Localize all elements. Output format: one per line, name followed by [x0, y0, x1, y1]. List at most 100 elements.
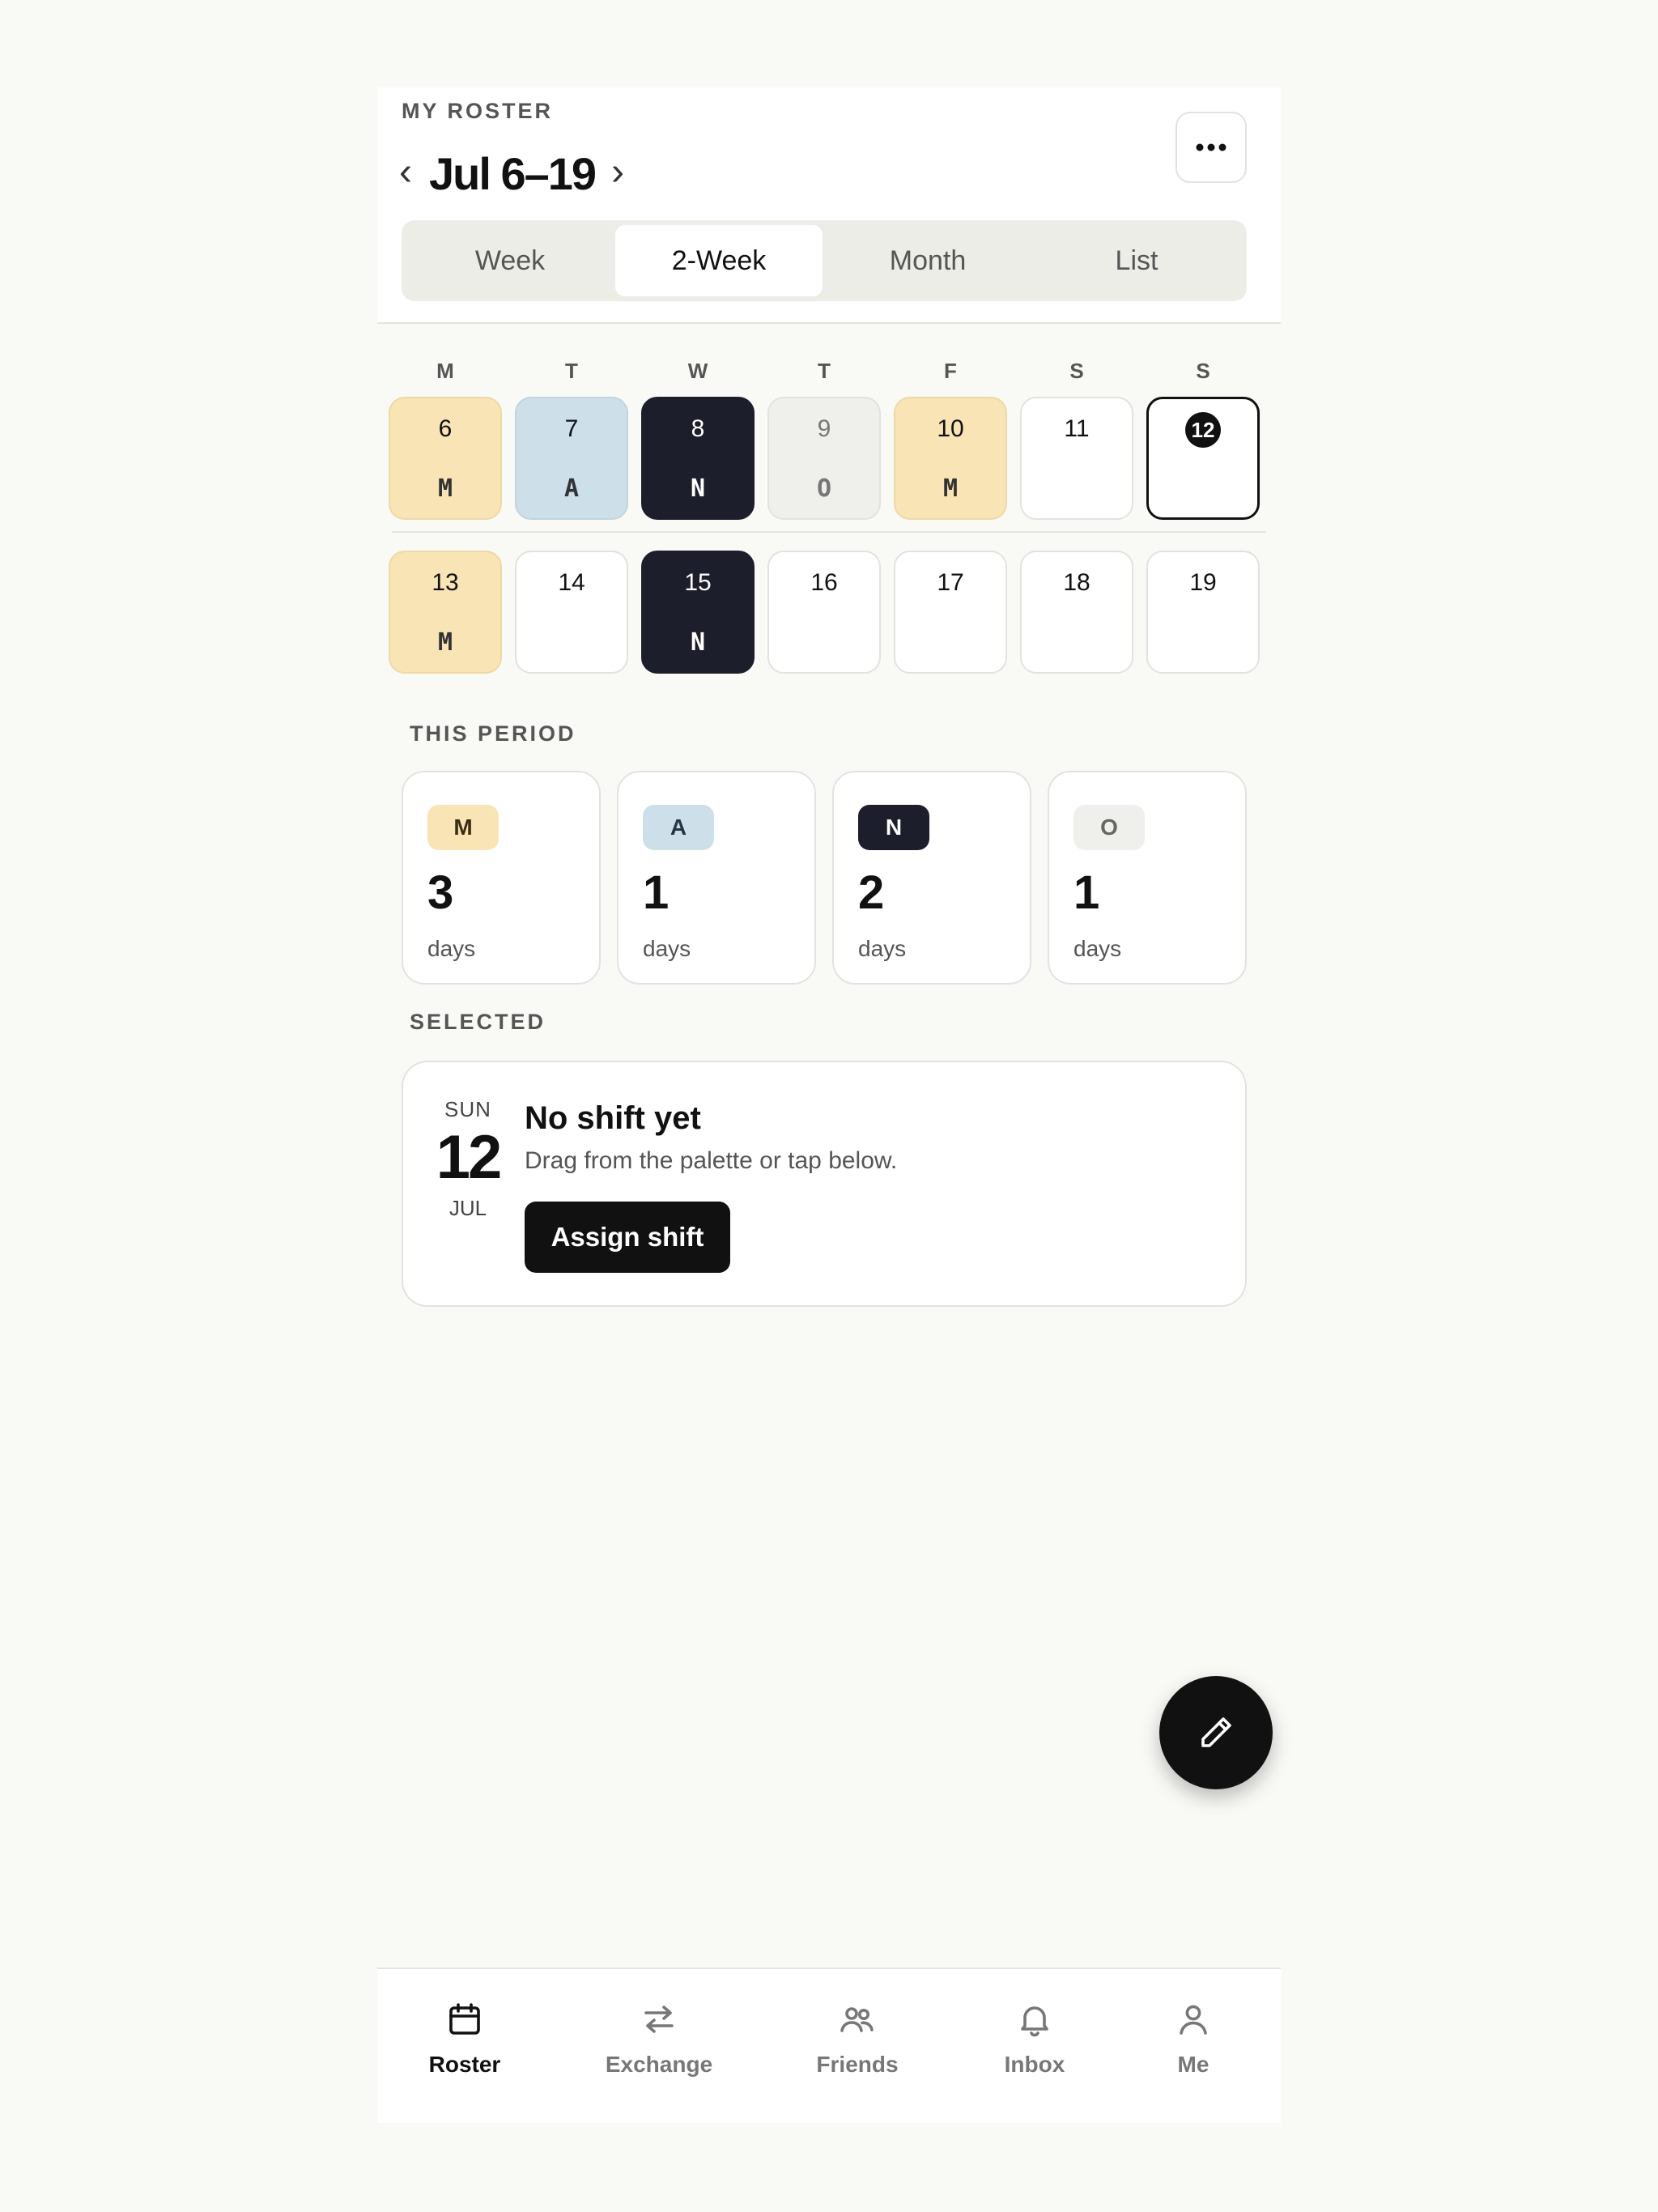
shift-code: M [437, 628, 453, 657]
today-marker: 12 [1185, 412, 1221, 448]
day-number: 19 [1189, 569, 1217, 596]
day-number: 6 [438, 415, 453, 442]
assign-shift-button[interactable]: Assign shift [525, 1202, 730, 1273]
tab-label: Me [1177, 2052, 1209, 2077]
people-icon [840, 2007, 874, 2032]
pencil-icon [1201, 1717, 1231, 1747]
selected-day-card: SUN 12 JUL No shift yet Drag from the pa… [402, 1061, 1247, 1307]
day-cell[interactable]: 9 O [767, 397, 881, 520]
stat-card-morning: M 3 days [402, 771, 601, 985]
shift-code: O [816, 474, 832, 503]
stat-card-afternoon: A 1 days [617, 771, 816, 985]
selected-label: SELECTED [410, 1010, 546, 1034]
shift-badge: A [643, 805, 714, 850]
shift-badge: N [858, 805, 929, 850]
app-frame: MY ROSTER ‹ Jul 6–19 › Week 2-Week Month… [377, 87, 1281, 2123]
previous-period-button[interactable]: ‹ [393, 136, 418, 209]
selected-date: SUN 12 JUL [427, 1095, 508, 1224]
day-number: 8 [691, 415, 705, 442]
stat-card-night: N 2 days [832, 771, 1031, 985]
tab-label: Friends [816, 2052, 899, 2077]
day-number: 17 [937, 569, 964, 596]
tab-friends[interactable]: Friends [784, 1993, 930, 2091]
tab-me[interactable]: Me [1120, 1993, 1266, 2091]
day-cell[interactable]: 10 M [894, 397, 1007, 520]
shift-code: M [942, 474, 959, 503]
tab-month[interactable]: Month [824, 225, 1031, 296]
day-cell[interactable]: 11 [1020, 397, 1133, 520]
day-number: 14 [558, 569, 585, 596]
bell-icon [1021, 2006, 1048, 2037]
stat-unit: days [858, 936, 907, 961]
day-cell[interactable]: 15 N [641, 551, 755, 674]
stat-count: 2 [858, 866, 885, 919]
day-number: 10 [937, 415, 964, 442]
day-number: 16 [810, 569, 838, 596]
stat-unit: days [1073, 936, 1122, 961]
day-number: 18 [1063, 569, 1090, 596]
stat-unit: days [427, 936, 476, 961]
person-icon [1180, 2005, 1207, 2035]
day-cell[interactable]: 8 N [641, 397, 755, 520]
this-period-label: THIS PERIOD [410, 721, 576, 746]
weekday-label: W [687, 359, 708, 383]
day-cell[interactable]: 13 M [389, 551, 502, 674]
day-cell[interactable]: 19 [1146, 551, 1260, 674]
stat-count: 1 [1073, 866, 1100, 919]
weekday-label: S [1069, 359, 1084, 383]
shift-code: N [690, 474, 706, 503]
shift-code: A [563, 474, 580, 503]
view-segmented-control: Week 2-Week Month List [402, 220, 1247, 301]
weekday-label: F [944, 359, 957, 383]
edit-fab-button[interactable] [1159, 1676, 1273, 1789]
day-cell[interactable]: 14 [515, 551, 628, 674]
day-cell[interactable]: 17 [894, 551, 1007, 674]
tab-roster[interactable]: Roster [392, 1993, 538, 2091]
tab-inbox[interactable]: Inbox [962, 1993, 1107, 2091]
tab-week[interactable]: Week [406, 225, 614, 296]
selected-day-number: 12 [436, 1123, 503, 1192]
tab-exchange[interactable]: Exchange [586, 1993, 732, 2091]
stat-count: 3 [427, 866, 454, 919]
day-cell[interactable]: 7 A [515, 397, 628, 520]
more-options-button[interactable] [1175, 112, 1247, 183]
selected-shift-hint: Drag from the palette or tap below. [525, 1147, 898, 1174]
stat-count: 1 [643, 866, 670, 919]
day-number: 12 [1149, 412, 1257, 448]
selected-weekday: SUN [444, 1097, 491, 1121]
shift-code: M [437, 474, 453, 503]
week-divider [392, 531, 1266, 533]
stat-unit: days [643, 936, 691, 961]
shift-code: N [690, 628, 706, 657]
weekday-label: T [565, 359, 578, 383]
selected-shift-title: No shift yet [525, 1100, 701, 1136]
day-number: 15 [684, 569, 712, 596]
day-cell[interactable]: 18 [1020, 551, 1133, 674]
tab-label: Exchange [605, 2052, 713, 2077]
day-number: 9 [817, 415, 831, 442]
tab-list[interactable]: List [1033, 225, 1240, 296]
bottom-tab-bar: Roster Exchange Friends Inbox Me [377, 1967, 1281, 2123]
roster-header: MY ROSTER ‹ Jul 6–19 › Week 2-Week Month… [377, 87, 1281, 324]
stat-card-off: O 1 days [1048, 771, 1247, 985]
section-eyebrow: MY ROSTER [402, 99, 554, 123]
weekday-label: M [436, 359, 454, 383]
calendar-icon [449, 2003, 480, 2035]
shift-badge: M [427, 805, 499, 850]
shift-badge: O [1073, 805, 1145, 850]
day-number: 7 [564, 415, 579, 442]
day-cell-selected[interactable]: 12 [1146, 397, 1260, 520]
day-cell[interactable]: 16 [767, 551, 881, 674]
weekday-label: S [1196, 359, 1210, 383]
selected-month: JUL [449, 1196, 487, 1220]
day-number: 13 [432, 569, 459, 596]
weekday-label: T [818, 359, 831, 383]
more-horizontal-icon [1196, 143, 1226, 151]
day-cell[interactable]: 6 M [389, 397, 502, 520]
tab-2-week[interactable]: 2-Week [615, 225, 823, 296]
tab-label: Inbox [1004, 2052, 1065, 2077]
next-period-button[interactable]: › [606, 136, 630, 209]
day-number: 11 [1064, 415, 1090, 442]
swap-arrows-icon [644, 2006, 674, 2033]
period-title: Jul 6–19 [429, 148, 597, 199]
